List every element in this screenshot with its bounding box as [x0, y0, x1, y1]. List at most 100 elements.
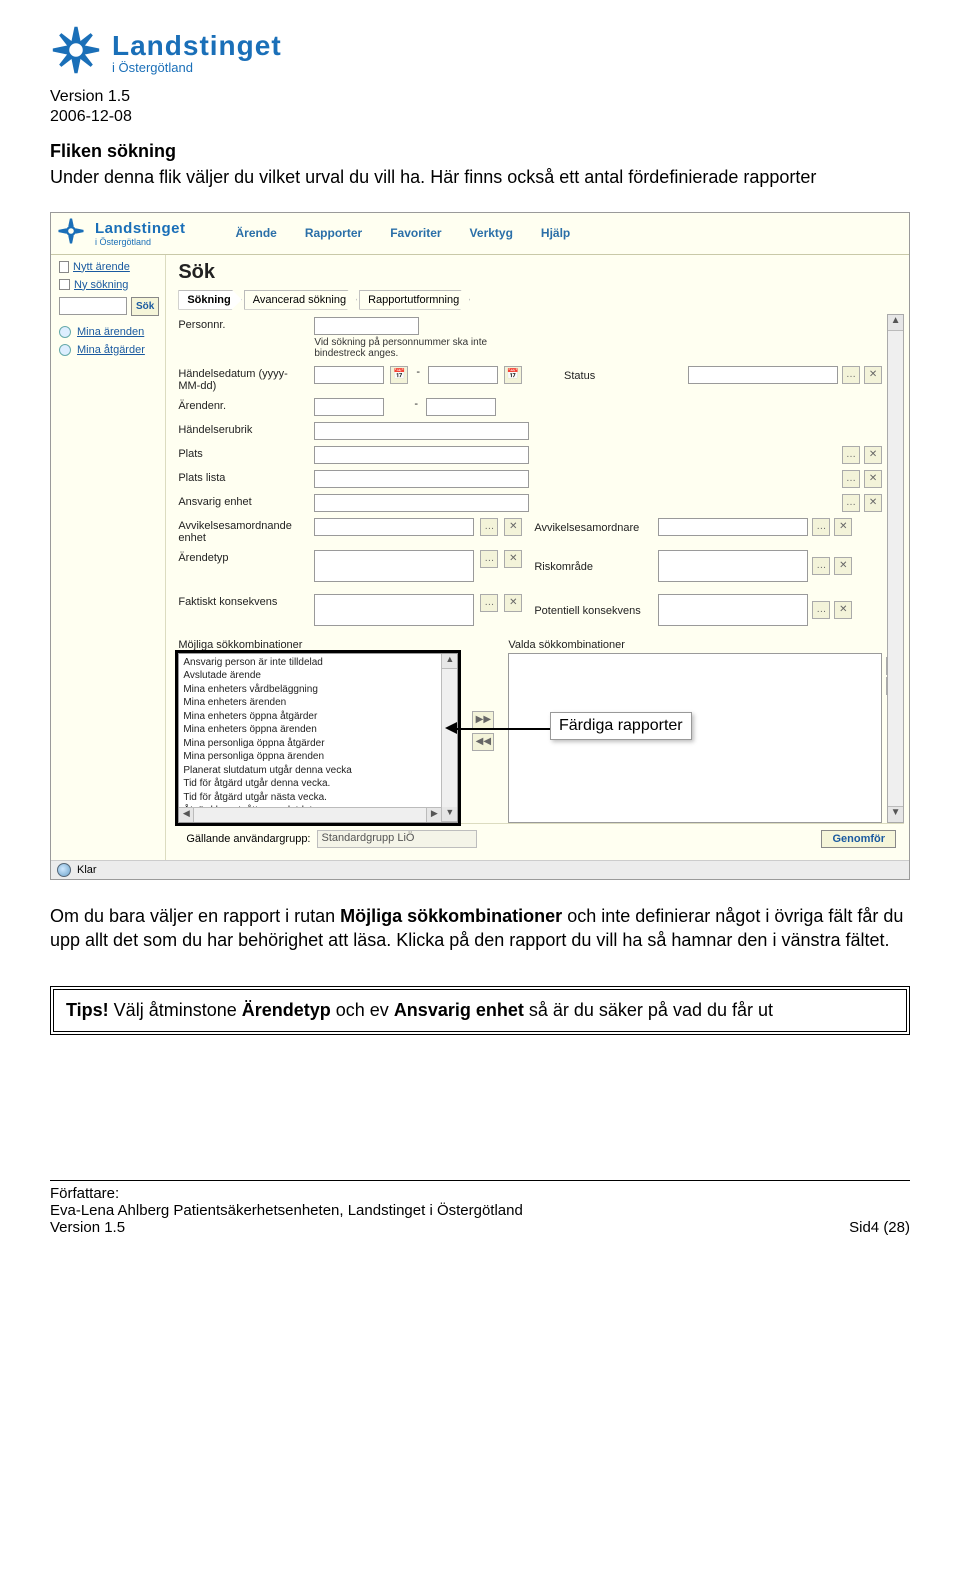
clear-icon[interactable]: ✕ [864, 470, 882, 488]
list-item[interactable]: Avslutade ärende [183, 669, 453, 683]
label-potentiell-konsekvens: Potentiell konsekvens [534, 603, 654, 617]
footer-author: Eva-Lena Ahlberg Patientsäkerhetsenheten… [50, 1202, 910, 1219]
doc-date: 2006-12-08 [50, 107, 910, 127]
clear-icon[interactable]: ✕ [504, 594, 522, 612]
genomfor-button[interactable]: Genomför [821, 830, 896, 848]
input-handelserubrik[interactable] [314, 422, 529, 440]
lookup-icon[interactable]: … [842, 446, 860, 464]
intro-text: Fliken sökning Under denna flik väljer d… [0, 135, 960, 198]
logo-row: Landstinget i Östergötland [50, 24, 910, 81]
input-date-to[interactable] [428, 366, 498, 384]
lookup-icon[interactable]: … [842, 494, 860, 512]
clear-icon[interactable]: ✕ [864, 494, 882, 512]
landstinget-emblem-icon [50, 24, 102, 81]
input-personnr[interactable] [314, 317, 419, 335]
list-item[interactable]: Mina personliga öppna ärenden [183, 750, 453, 764]
input-arendenr-to[interactable] [426, 398, 496, 416]
input-date-from[interactable] [314, 366, 384, 384]
sidebar-nytt-arende[interactable]: Nytt ärende [59, 261, 159, 273]
input-avv-samordnare[interactable] [658, 518, 808, 536]
input-riskomrade[interactable] [658, 550, 808, 582]
lookup-icon[interactable]: … [812, 518, 830, 536]
scroll-down-icon[interactable]: ▼ [888, 806, 903, 822]
tab-rapportutformning[interactable]: Rapportutformning [359, 290, 470, 310]
scroll-down-icon[interactable]: ▼ [442, 807, 457, 822]
menu-verktyg[interactable]: Verktyg [470, 226, 513, 240]
list-item[interactable]: Mina enheters öppna åtgärder [183, 710, 453, 724]
scroll-left-icon[interactable]: ◀ [179, 808, 194, 822]
calendar-icon[interactable]: 📅 [504, 366, 522, 384]
tab-avancerad[interactable]: Avancerad sökning [244, 290, 357, 310]
lookup-icon[interactable]: … [480, 594, 498, 612]
move-left-icon[interactable]: ◀◀ [472, 733, 494, 751]
lookup-icon[interactable]: … [812, 601, 830, 619]
clear-icon[interactable]: ✕ [864, 366, 882, 384]
clear-icon[interactable]: ✕ [834, 557, 852, 575]
input-ansvarig-enhet[interactable] [314, 494, 529, 512]
calendar-icon[interactable]: 📅 [390, 366, 408, 384]
sidebar-mina-arenden[interactable]: Mina ärenden [59, 326, 159, 338]
input-plats[interactable] [314, 446, 529, 464]
input-potentiell-konsekvens[interactable] [658, 594, 808, 626]
tips-lead: Tips! [66, 1000, 109, 1020]
label-status: Status [564, 368, 684, 382]
menu-favoriter[interactable]: Favoriter [390, 226, 441, 240]
lookup-icon[interactable]: … [842, 366, 860, 384]
list-item[interactable]: Mina enheters öppna ärenden [183, 723, 453, 737]
input-arendetyp[interactable] [314, 550, 474, 582]
sidebar-search-button[interactable]: Sök [131, 297, 159, 316]
app-window: Landstinget i Östergötland Ärende Rappor… [50, 212, 910, 880]
page-title: Sök [178, 261, 904, 284]
callout-arrow-line [455, 728, 550, 730]
brand-sub: i Östergötland [112, 60, 282, 75]
tips-box: Tips! Välj åtminstone Ärendetyp och ev A… [50, 986, 910, 1035]
status-text: Klar [77, 864, 97, 876]
lookup-icon[interactable]: … [812, 557, 830, 575]
input-avv-enhet[interactable] [314, 518, 474, 536]
app-header: Landstinget i Östergötland Ärende Rappor… [51, 213, 909, 255]
main-scrollbar[interactable]: ▲ ▼ [887, 314, 904, 823]
scrollbar[interactable]: ▲ ▼ [441, 654, 457, 822]
label-gallande: Gällande användargrupp: [186, 833, 310, 845]
expand-icon [59, 326, 71, 338]
menu-rapporter[interactable]: Rapporter [305, 226, 362, 240]
input-arendenr-from[interactable] [314, 398, 384, 416]
clear-icon[interactable]: ✕ [834, 518, 852, 536]
list-item[interactable]: Mina enheters vårdbeläggning [183, 683, 453, 697]
input-status[interactable] [688, 366, 838, 384]
clear-icon[interactable]: ✕ [504, 518, 522, 536]
clear-icon[interactable]: ✕ [834, 601, 852, 619]
scroll-up-icon[interactable]: ▲ [442, 654, 457, 669]
list-item[interactable]: Planerat slutdatum utgår denna vecka [183, 764, 453, 778]
form-footer: Gällande användargrupp: Standardgrupp Li… [178, 823, 904, 854]
transfer-buttons: ▶▶ ◀◀ [472, 711, 494, 751]
list-item[interactable]: Tid för åtgärd utgår nästa vecka. [183, 791, 453, 805]
list-item[interactable]: Mina enheters ärenden [183, 696, 453, 710]
menu-arende[interactable]: Ärende [236, 226, 277, 240]
input-plats-lista[interactable] [314, 470, 529, 488]
lookup-icon[interactable]: … [480, 518, 498, 536]
scroll-right-icon[interactable]: ▶ [426, 808, 441, 822]
sidebar-mina-atgarder[interactable]: Mina åtgärder [59, 344, 159, 356]
clear-icon[interactable]: ✕ [504, 550, 522, 568]
landstinget-emblem-icon [57, 217, 85, 250]
sidebar-search-input[interactable] [59, 297, 127, 315]
scrollbar-h[interactable]: ◀ ▶ [179, 807, 441, 822]
form-columns: Personnr. Vid sökning på personnummer sk… [178, 314, 904, 823]
list-item[interactable]: Tid för åtgärd utgår denna vecka. [183, 777, 453, 791]
lookup-icon[interactable]: … [480, 550, 498, 568]
menu-hjalp[interactable]: Hjälp [541, 226, 570, 240]
lookup-icon[interactable]: … [842, 470, 860, 488]
move-right-icon[interactable]: ▶▶ [472, 711, 494, 729]
tab-sokning[interactable]: Sökning [178, 290, 241, 310]
clear-icon[interactable]: ✕ [864, 446, 882, 464]
input-faktiskt-konsekvens[interactable] [314, 594, 474, 626]
scroll-up-icon[interactable]: ▲ [888, 315, 903, 331]
label-plats-lista: Plats lista [178, 470, 308, 484]
list-item[interactable]: Ansvarig person är inte tilldelad [183, 656, 453, 670]
app-body: Nytt ärende Ny sökning Sök Mina ärenden … [51, 255, 909, 860]
list-item[interactable]: Mina personliga öppna åtgärder [183, 737, 453, 751]
mojliga-listbox[interactable]: Ansvarig person är inte tilldeladAvsluta… [178, 653, 458, 823]
sidebar-ny-sokning[interactable]: Ny sökning [59, 279, 159, 291]
mojliga-title: Möjliga sökkombinationer [178, 639, 458, 651]
